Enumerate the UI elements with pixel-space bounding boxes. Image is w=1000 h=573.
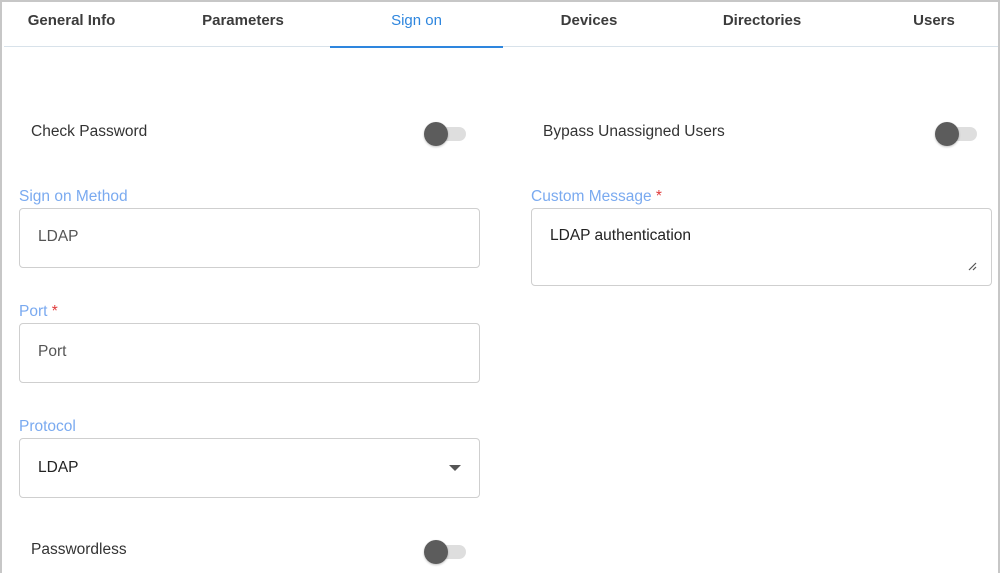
toggle-knob: [935, 122, 959, 146]
custom-message-value: LDAP authentication: [550, 227, 692, 244]
sign-on-method-field[interactable]: LDAP: [19, 208, 480, 268]
required-mark: *: [655, 188, 662, 205]
check-password-toggle[interactable]: [424, 121, 468, 146]
toggle-knob: [424, 122, 448, 146]
passwordless-label: Passwordless: [31, 541, 127, 558]
passwordless-toggle[interactable]: [424, 539, 468, 564]
custom-message-label: Custom Message *: [531, 188, 662, 206]
port-placeholder: Port: [38, 343, 67, 360]
sign-on-method-value: LDAP: [38, 228, 79, 245]
required-mark: *: [51, 303, 58, 320]
toggle-knob: [424, 540, 448, 564]
custom-message-label-text: Custom Message: [531, 188, 652, 205]
custom-message-textarea[interactable]: LDAP authentication: [531, 208, 992, 286]
sign-on-method-label: Sign on Method: [19, 188, 128, 206]
chevron-down-icon[interactable]: [449, 465, 461, 471]
tab-users[interactable]: Users: [884, 4, 984, 47]
check-password-label: Check Password: [31, 123, 148, 140]
tab-devices[interactable]: Devices: [504, 4, 674, 47]
sign-on-panel: General Info Parameters Sign on Devices …: [0, 0, 1000, 573]
port-field[interactable]: Port: [19, 323, 480, 383]
resize-handle-icon[interactable]: [967, 261, 977, 271]
port-label: Port *: [19, 303, 58, 321]
protocol-value: LDAP: [38, 459, 79, 476]
bypass-unassigned-users-toggle[interactable]: [935, 121, 979, 146]
protocol-label: Protocol: [19, 418, 76, 436]
port-label-text: Port: [19, 303, 48, 320]
bypass-unassigned-users-label: Bypass Unassigned Users: [543, 123, 725, 140]
sign-on-method-label-text: Sign on Method: [19, 188, 128, 205]
tab-bar: General Info Parameters Sign on Devices …: [4, 4, 998, 48]
tab-general-info[interactable]: General Info: [4, 4, 139, 47]
protocol-label-text: Protocol: [19, 418, 76, 435]
tab-sign-on[interactable]: Sign on: [330, 4, 503, 48]
tab-parameters[interactable]: Parameters: [158, 4, 328, 47]
protocol-select[interactable]: LDAP: [19, 438, 480, 498]
tab-directories[interactable]: Directories: [676, 4, 848, 47]
